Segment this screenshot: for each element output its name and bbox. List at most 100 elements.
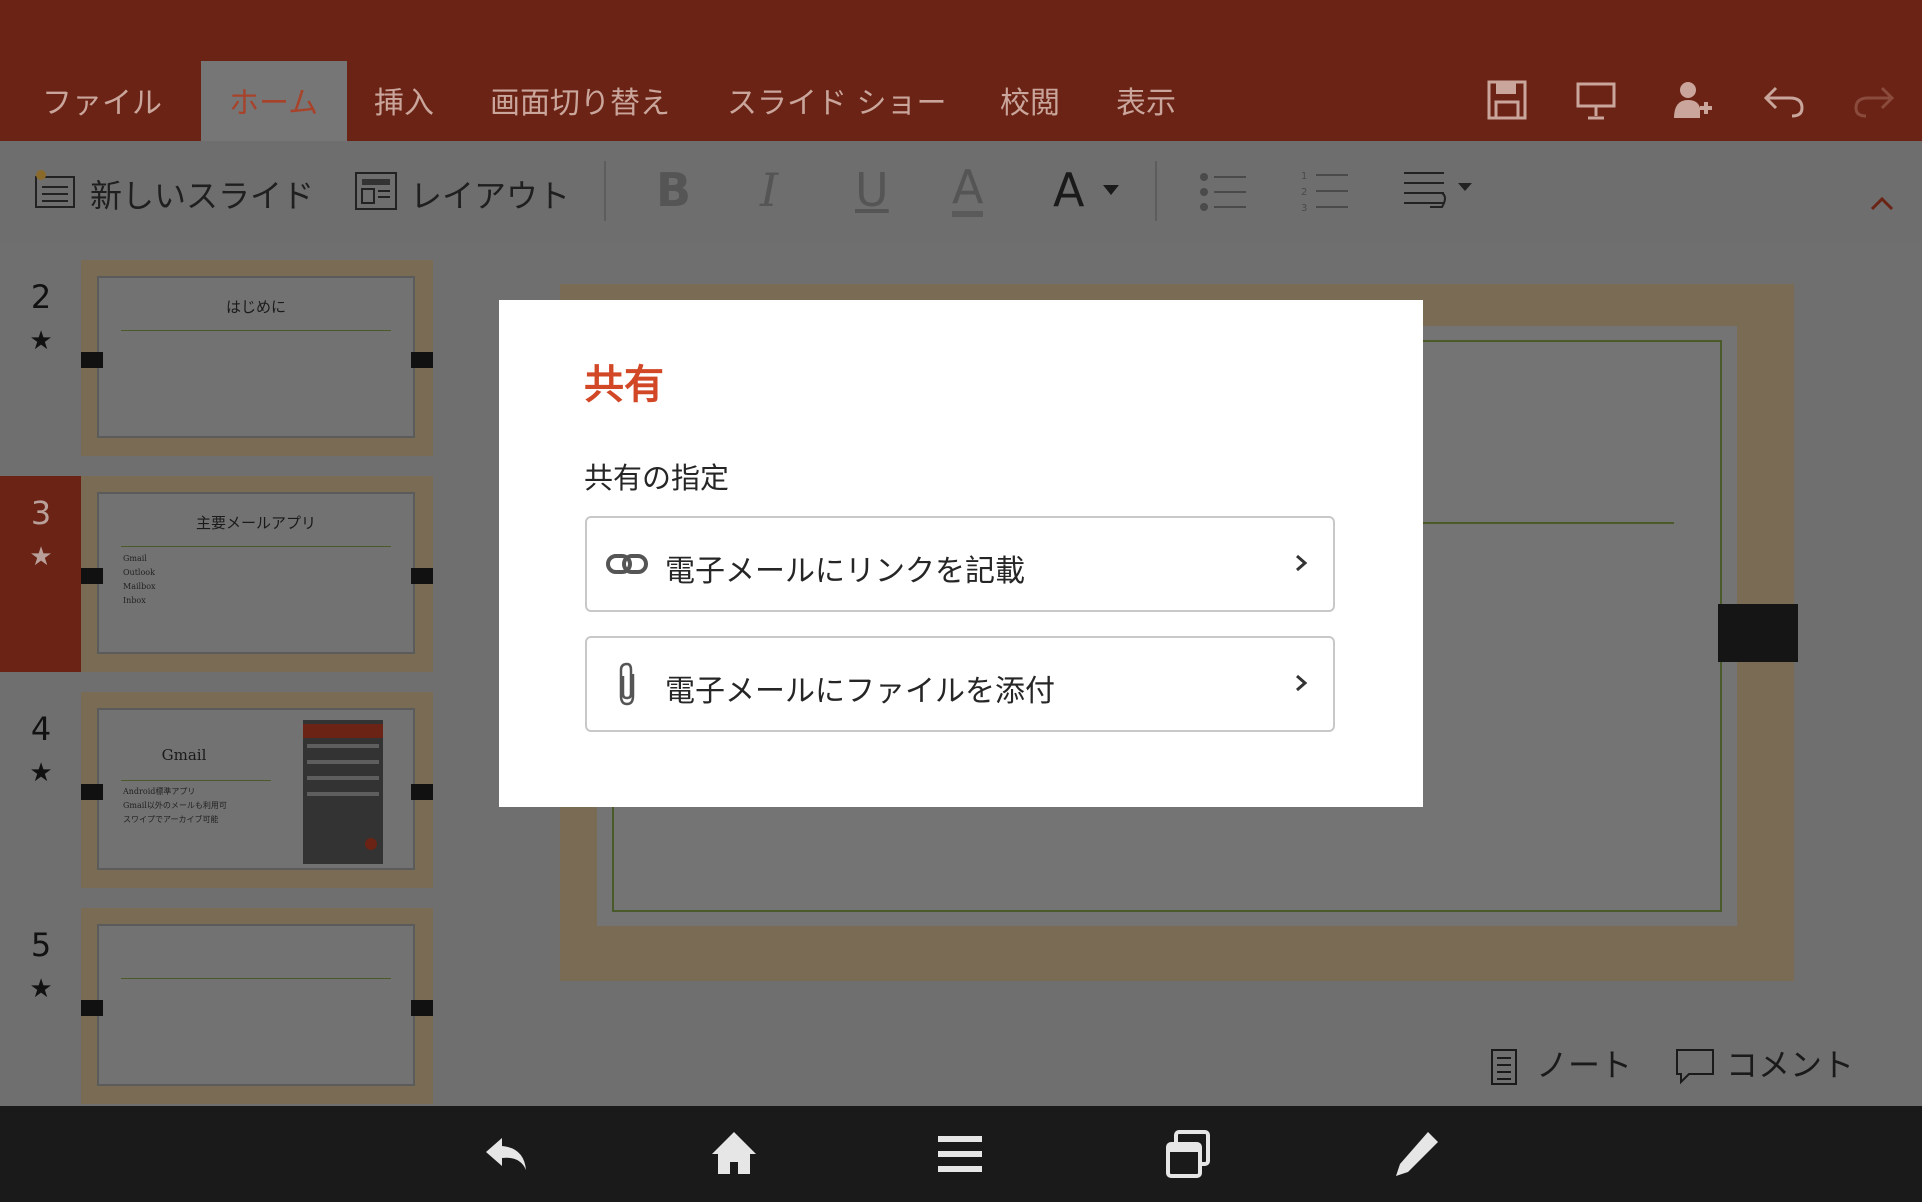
- title-divider: [121, 780, 271, 781]
- toolbar-divider: [604, 161, 606, 221]
- slide-number: 4: [30, 710, 52, 748]
- binder-clip: [81, 1000, 103, 1016]
- back-icon[interactable]: [478, 1126, 534, 1182]
- slide-preview: はじめに: [81, 260, 433, 456]
- slide-number: 5: [30, 926, 52, 964]
- share-link-option[interactable]: 電子メールにリンクを記載: [585, 516, 1335, 612]
- slide-thumbnail-panel: 2 ★ はじめに 3 ★ 主要メールアプリ Gmail Outlook Mail…: [0, 242, 455, 1106]
- title-divider: [121, 978, 391, 979]
- svg-text:3: 3: [1301, 203, 1307, 214]
- slide-bullet: スワイプでアーカイブ可能: [123, 815, 219, 824]
- numbering-icon[interactable]: 1 2 3: [1300, 167, 1350, 217]
- tab-view[interactable]: 表示: [1116, 78, 1176, 122]
- phone-screenshot-image: [303, 720, 383, 864]
- animation-star-icon: ★: [29, 974, 53, 1004]
- notes-button[interactable]: ノート: [1536, 1040, 1632, 1086]
- recent-apps-icon[interactable]: [1160, 1126, 1216, 1182]
- slide-bullet: Android標準アプリ: [123, 787, 196, 796]
- slide-paper: Gmail Android標準アプリ Gmail以外のメールも利用可 スワイプで…: [97, 708, 415, 870]
- slide-preview: [81, 908, 433, 1104]
- slide-paper: 主要メールアプリ Gmail Outlook Mailbox Inbox: [97, 492, 415, 654]
- slide-paper: はじめに: [97, 276, 415, 438]
- chevron-right-icon: [1296, 674, 1308, 692]
- slide-thumbnail-2[interactable]: 2 ★ はじめに: [0, 260, 455, 456]
- binder-clip: [81, 568, 103, 584]
- animation-star-icon: ★: [29, 758, 53, 788]
- menu-icon[interactable]: [932, 1126, 988, 1182]
- undo-icon[interactable]: [1762, 78, 1806, 122]
- title-divider: [121, 546, 391, 547]
- dialog-subtitle: 共有の指定: [584, 461, 730, 495]
- dialog-title: 共有: [584, 362, 664, 408]
- slide-number: 2: [30, 278, 52, 316]
- slide-title: 主要メールアプリ: [195, 514, 316, 532]
- slide-bullet: Outlook: [123, 568, 155, 577]
- animation-star-icon: ★: [29, 326, 53, 356]
- title-divider: [121, 330, 391, 331]
- tab-review[interactable]: 校閲: [1000, 78, 1060, 122]
- share-dialog: 共有 共有の指定 電子メールにリンクを記載 電子メールにファイルを添付: [499, 300, 1423, 807]
- tab-insert[interactable]: 挿入: [374, 78, 434, 122]
- slide-thumbnail-3[interactable]: 3 ★ 主要メールアプリ Gmail Outlook Mailbox Inbox: [0, 476, 455, 672]
- link-icon: [606, 554, 648, 574]
- system-navigation-bar: [0, 1106, 1922, 1202]
- slide-title: はじめに: [225, 298, 286, 316]
- present-icon[interactable]: [1574, 78, 1618, 122]
- tab-file[interactable]: ファイル: [42, 78, 162, 122]
- share-person-icon[interactable]: [1670, 78, 1714, 122]
- font-size-button[interactable]: A: [1053, 163, 1084, 217]
- svg-text:1: 1: [1301, 171, 1307, 182]
- slide-bullet: Mailbox: [123, 582, 156, 591]
- ribbon: ファイル ホーム 挿入 画面切り替え スライド ショー 校閲 表示: [0, 0, 1922, 141]
- bold-button[interactable]: B: [656, 163, 691, 217]
- tab-transitions[interactable]: 画面切り替え: [490, 78, 670, 122]
- chevron-down-icon[interactable]: [1103, 185, 1119, 195]
- new-slide-button[interactable]: 新しいスライド: [90, 171, 314, 217]
- comment-icon[interactable]: [1675, 1048, 1715, 1086]
- slide-thumbnail-5[interactable]: 5 ★: [0, 908, 455, 1104]
- pen-icon[interactable]: [1388, 1126, 1444, 1182]
- new-slide-icon[interactable]: [32, 167, 78, 213]
- option-label: 電子メールにファイルを添付: [665, 674, 1055, 709]
- font-color-button[interactable]: A: [952, 163, 984, 217]
- animation-star-icon: ★: [29, 542, 53, 572]
- paperclip-icon: [619, 662, 635, 706]
- comments-button[interactable]: コメント: [1726, 1040, 1854, 1086]
- slide-paper: [97, 924, 415, 1086]
- italic-button[interactable]: I: [760, 163, 778, 217]
- home-toolbar: 新しいスライド レイアウト B I U A A 1 2 3: [0, 141, 1922, 243]
- save-icon[interactable]: [1485, 78, 1529, 122]
- chevron-right-icon: [1296, 554, 1308, 572]
- option-label: 電子メールにリンクを記載: [665, 554, 1025, 589]
- slide-thumbnail-4[interactable]: 4 ★ Gmail Android標準アプリ Gmail以外のメールも利用可 ス…: [0, 692, 455, 888]
- underline-button[interactable]: U: [855, 163, 889, 217]
- slide-preview: Gmail Android標準アプリ Gmail以外のメールも利用可 スワイプで…: [81, 692, 433, 888]
- slide-title: Gmail: [161, 746, 207, 764]
- binder-clip: [1718, 604, 1798, 662]
- bullets-icon[interactable]: [1198, 169, 1248, 215]
- binder-clip: [81, 352, 103, 368]
- redo-icon[interactable]: [1852, 78, 1896, 122]
- binder-clip: [411, 568, 433, 584]
- binder-clip: [411, 352, 433, 368]
- slide-bullet: Inbox: [123, 596, 146, 605]
- app-window: ファイル ホーム 挿入 画面切り替え スライド ショー 校閲 表示 新しいスライ…: [0, 0, 1922, 1202]
- notes-icon[interactable]: [1490, 1048, 1518, 1086]
- slide-preview: 主要メールアプリ Gmail Outlook Mailbox Inbox: [81, 476, 433, 672]
- slide-number: 3: [30, 494, 52, 532]
- share-attachment-option[interactable]: 電子メールにファイルを添付: [585, 636, 1335, 732]
- binder-clip: [81, 784, 103, 800]
- indent-icon[interactable]: [1402, 167, 1474, 217]
- binder-clip: [411, 784, 433, 800]
- slide-bullet: Gmail以外のメールも利用可: [123, 801, 227, 810]
- svg-text:2: 2: [1301, 187, 1307, 198]
- layout-icon[interactable]: [354, 171, 398, 211]
- slide-bullet: Gmail: [123, 554, 147, 563]
- tab-slideshow[interactable]: スライド ショー: [727, 78, 947, 122]
- binder-clip: [411, 1000, 433, 1016]
- collapse-ribbon-icon[interactable]: [1870, 197, 1894, 211]
- toolbar-divider: [1155, 161, 1157, 221]
- layout-button[interactable]: レイアウト: [410, 171, 570, 217]
- tab-home[interactable]: ホーム: [229, 78, 318, 122]
- home-icon[interactable]: [706, 1126, 762, 1182]
